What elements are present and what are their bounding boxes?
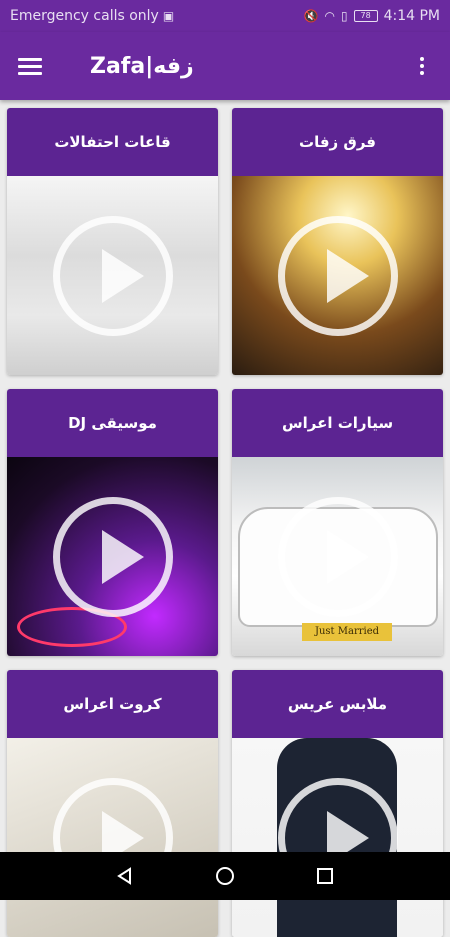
overflow-menu-icon[interactable] (412, 49, 432, 83)
status-right: 🔇 ◠ ▯ 78 4:14 PM (304, 8, 440, 24)
card-title: موسيقى DJ (7, 389, 218, 457)
wedding-band-image (232, 176, 443, 375)
dj-turntable-image (7, 457, 218, 656)
wifi-icon: ◠ (324, 9, 335, 23)
vibrate-icon: ▯ (340, 9, 348, 23)
nav-recent-apps-icon[interactable] (310, 861, 340, 891)
status-left: Emergency calls only ▣ (10, 8, 174, 24)
wedding-car-image: Just Married (232, 457, 443, 656)
car-plate: Just Married (302, 623, 392, 641)
category-grid: قاعات احتفالات فرق زفات موسيقى DJ سيارات… (7, 108, 445, 937)
card-title: كروت اعراس (7, 670, 218, 738)
app-title: Zafa|زفه (90, 53, 194, 79)
play-icon[interactable] (277, 215, 398, 336)
wedding-hall-image (7, 176, 218, 375)
app-bar: Zafa|زفه (0, 32, 450, 100)
system-nav-bar (0, 852, 450, 900)
carrier-text: Emergency calls only (10, 8, 159, 24)
status-time: 4:14 PM (383, 8, 440, 24)
category-card-cars[interactable]: سيارات اعراس Just Married (232, 389, 443, 656)
nav-back-icon[interactable] (110, 861, 140, 891)
card-title: سيارات اعراس (232, 389, 443, 457)
mute-icon: 🔇 (303, 9, 319, 23)
play-icon[interactable] (52, 215, 173, 336)
status-bar: Emergency calls only ▣ 🔇 ◠ ▯ 78 4:14 PM (0, 0, 450, 32)
card-title: قاعات احتفالات (7, 108, 218, 176)
category-card-halls[interactable]: قاعات احتفالات (7, 108, 218, 375)
sim-card-icon: ▣ (162, 9, 175, 23)
nav-home-icon[interactable] (210, 861, 240, 891)
wedding-card-image (7, 738, 218, 937)
category-card-bands[interactable]: فرق زفات (232, 108, 443, 375)
play-icon[interactable] (277, 496, 398, 617)
battery-icon: 78 (353, 10, 378, 22)
card-title: ملابس عريس (232, 670, 443, 738)
play-icon[interactable] (52, 496, 173, 617)
category-card-dj[interactable]: موسيقى DJ (7, 389, 218, 656)
groom-suit-image (232, 738, 443, 937)
card-title: فرق زفات (232, 108, 443, 176)
hamburger-menu-icon[interactable] (18, 49, 52, 83)
